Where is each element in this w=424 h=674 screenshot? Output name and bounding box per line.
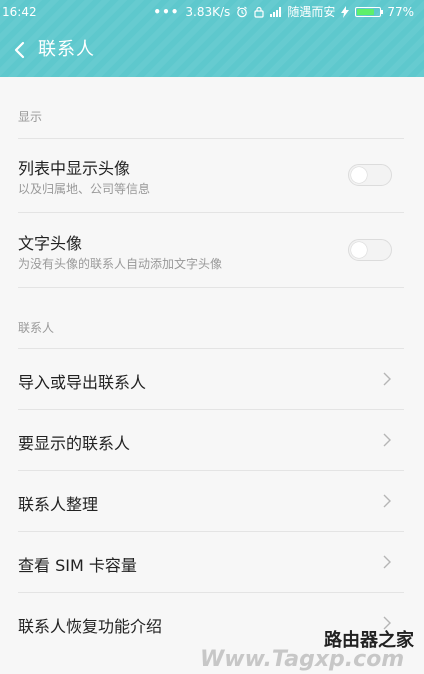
chevron-right-icon	[383, 372, 391, 386]
settings-list: 显示 列表中显示头像 以及归属地、公司等信息 文字头像 为没有头像的联系人自动添…	[0, 77, 424, 674]
menu-item-label: 查看 SIM 卡容量	[18, 556, 137, 575]
text-avatar-toggle[interactable]	[348, 239, 392, 261]
menu-item-contacts-to-display[interactable]: 要显示的联系人	[0, 410, 424, 470]
battery-icon	[355, 7, 384, 17]
battery-percent: 77%	[387, 5, 414, 19]
chevron-right-icon	[383, 433, 391, 447]
carrier-name: 随遇而安	[287, 5, 336, 19]
setting-subtitle: 以及归属地、公司等信息	[18, 182, 151, 196]
charging-icon	[341, 6, 350, 18]
lock-icon	[254, 6, 264, 18]
section-label-contacts: 联系人	[18, 321, 55, 335]
divider	[18, 287, 404, 288]
section-label-display: 显示	[18, 110, 43, 124]
title-bar: 联系人	[0, 30, 424, 70]
menu-item-label: 联系人恢复功能介绍	[18, 617, 163, 636]
back-arrow-icon[interactable]	[8, 38, 32, 62]
signal-icon	[270, 7, 282, 17]
menu-item-organize-contacts[interactable]: 联系人整理	[0, 471, 424, 531]
menu-item-sim-capacity[interactable]: 查看 SIM 卡容量	[0, 532, 424, 592]
chevron-right-icon	[383, 494, 391, 508]
alarm-icon	[237, 6, 248, 18]
setting-subtitle: 为没有头像的联系人自动添加文字头像	[18, 257, 223, 271]
app-header: 16:42 ••• 3.83K/s 随遇而安 77% 联系人	[0, 0, 424, 77]
menu-item-label: 要显示的联系人	[18, 434, 131, 453]
setting-title: 列表中显示头像	[18, 159, 131, 178]
status-indicators: ••• 3.83K/s 随遇而安 77%	[153, 0, 414, 24]
chevron-right-icon	[383, 555, 391, 569]
page-title: 联系人	[38, 39, 95, 60]
setting-text-avatar[interactable]: 文字头像 为没有头像的联系人自动添加文字头像	[0, 213, 424, 287]
menu-item-import-export[interactable]: 导入或导出联系人	[0, 349, 424, 409]
status-bar: 16:42 ••• 3.83K/s 随遇而安 77%	[0, 0, 424, 24]
status-time: 16:42	[2, 5, 37, 19]
menu-item-label: 导入或导出联系人	[18, 373, 147, 392]
toggle-knob	[351, 242, 367, 258]
battery-fill	[357, 9, 375, 15]
watermark-logo: 路由器之家	[324, 630, 414, 651]
setting-show-avatar[interactable]: 列表中显示头像 以及归属地、公司等信息	[0, 139, 424, 212]
network-speed: 3.83K/s	[185, 5, 231, 19]
setting-title: 文字头像	[18, 234, 83, 253]
show-avatar-toggle[interactable]	[348, 164, 392, 186]
menu-item-label: 联系人整理	[18, 495, 99, 514]
toggle-knob	[351, 167, 367, 183]
more-icon: •••	[153, 5, 180, 19]
